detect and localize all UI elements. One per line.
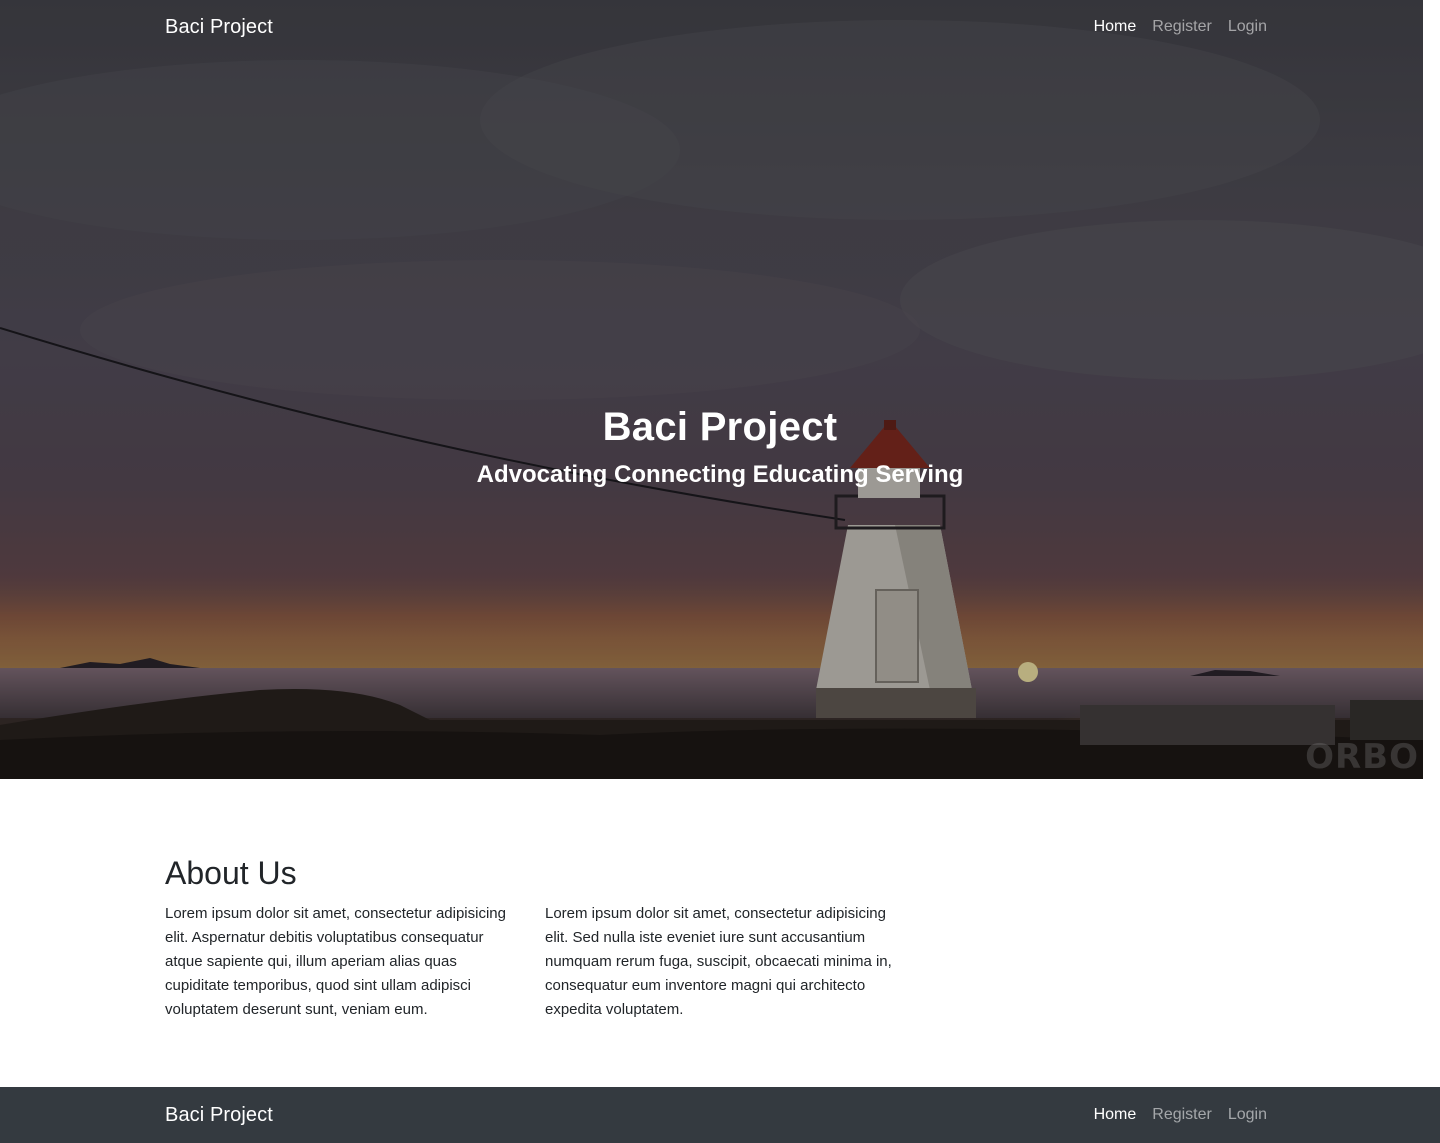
footer-brand[interactable]: Baci Project [165, 1104, 273, 1127]
about-paragraph-1: Lorem ipsum dolor sit amet, consectetur … [165, 905, 506, 1018]
hero-subtitle: Advocating Connecting Educating Serving [476, 461, 964, 488]
footer-links: Home Register Login [1094, 1106, 1267, 1124]
navbar-links: Home Register Login [1094, 18, 1267, 36]
hero-title: Baci Project [602, 405, 838, 449]
hero-dark-overlay [0, 0, 1423, 779]
image-watermark: ORBO [1305, 737, 1419, 777]
about-section: About Us Lorem ipsum dolor sit amet, con… [165, 855, 925, 1022]
footer-link-home[interactable]: Home [1094, 1106, 1137, 1124]
footer-link-login[interactable]: Login [1228, 1106, 1267, 1124]
top-navbar: Baci Project Home Register Login [0, 0, 1423, 58]
nav-link-login[interactable]: Login [1228, 18, 1267, 36]
about-columns: Lorem ipsum dolor sit amet, consectetur … [165, 902, 925, 1022]
nav-link-register[interactable]: Register [1152, 18, 1212, 36]
about-title: About Us [165, 855, 297, 891]
hero-section: Baci Project Home Register Login Baci Pr… [0, 0, 1423, 779]
navbar-brand[interactable]: Baci Project [165, 16, 273, 39]
nav-link-home[interactable]: Home [1094, 18, 1137, 36]
footer-navbar: Baci Project Home Register Login [0, 1087, 1440, 1143]
footer-link-register[interactable]: Register [1152, 1106, 1212, 1124]
about-paragraph-2: Lorem ipsum dolor sit amet, consectetur … [545, 905, 892, 1018]
